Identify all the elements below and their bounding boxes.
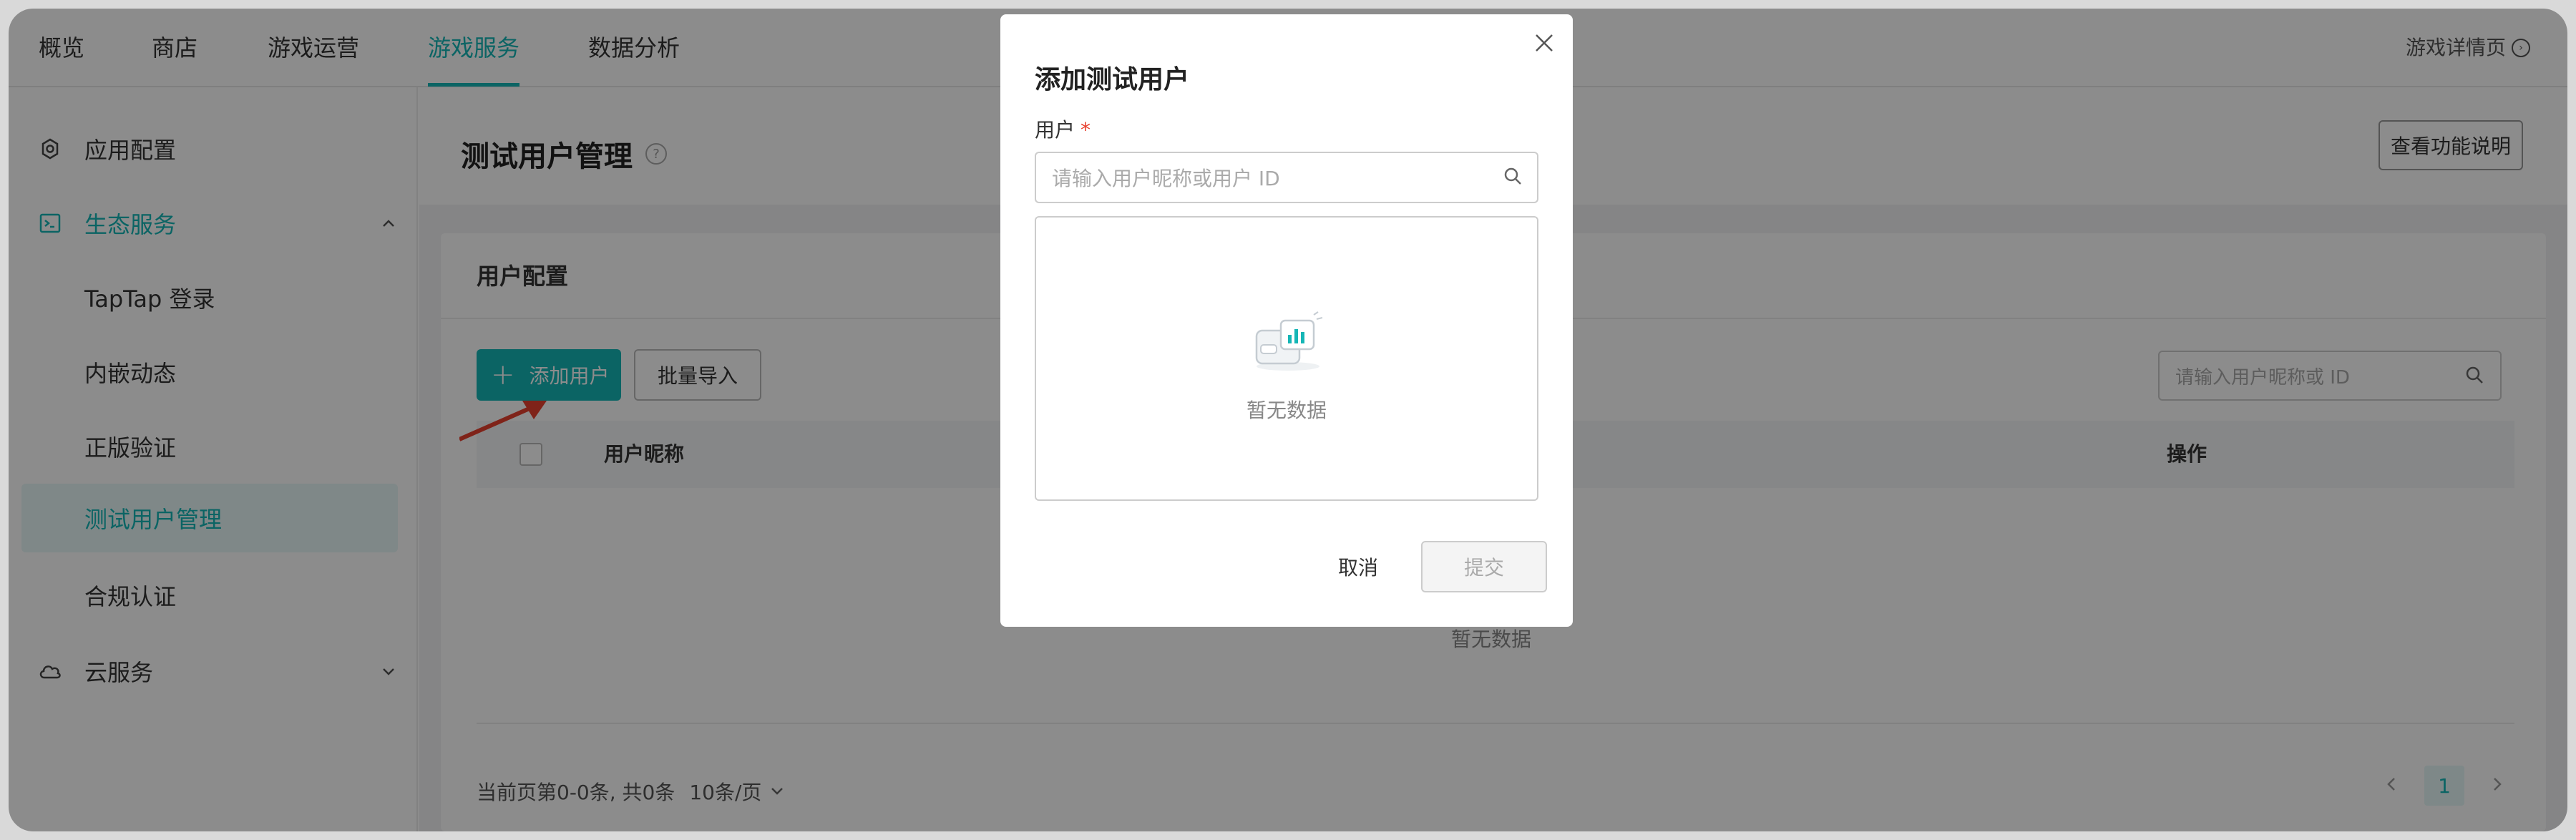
required-mark: * [1080, 118, 1091, 142]
user-field-label-text: 用户 [1035, 118, 1075, 142]
search-result-list: 暂无数据 [1035, 216, 1538, 501]
app-window: 概览 商店 游戏运营 游戏服务 数据分析 游戏详情页 › 应用配置 生态服务 T… [9, 9, 2567, 831]
dialog-title: 添加测试用户 [1035, 65, 1190, 94]
user-search-placeholder: 请输入用户昵称或用户 ID [1052, 167, 1280, 190]
add-test-user-dialog: 添加测试用户 用户 * 请输入用户昵称或用户 ID 暂无数据 取消 提交 [1000, 14, 1573, 627]
close-icon[interactable] [1530, 29, 1558, 57]
submit-button[interactable]: 提交 [1421, 541, 1547, 592]
cancel-button[interactable]: 取消 [1301, 541, 1415, 592]
search-icon [1503, 166, 1524, 192]
user-field-label: 用户 * [1035, 114, 1091, 143]
user-search-input[interactable]: 请输入用户昵称或用户 ID [1035, 152, 1538, 203]
empty-result-text: 暂无数据 [1246, 399, 1327, 422]
empty-data-illustration-icon [1255, 311, 1323, 371]
